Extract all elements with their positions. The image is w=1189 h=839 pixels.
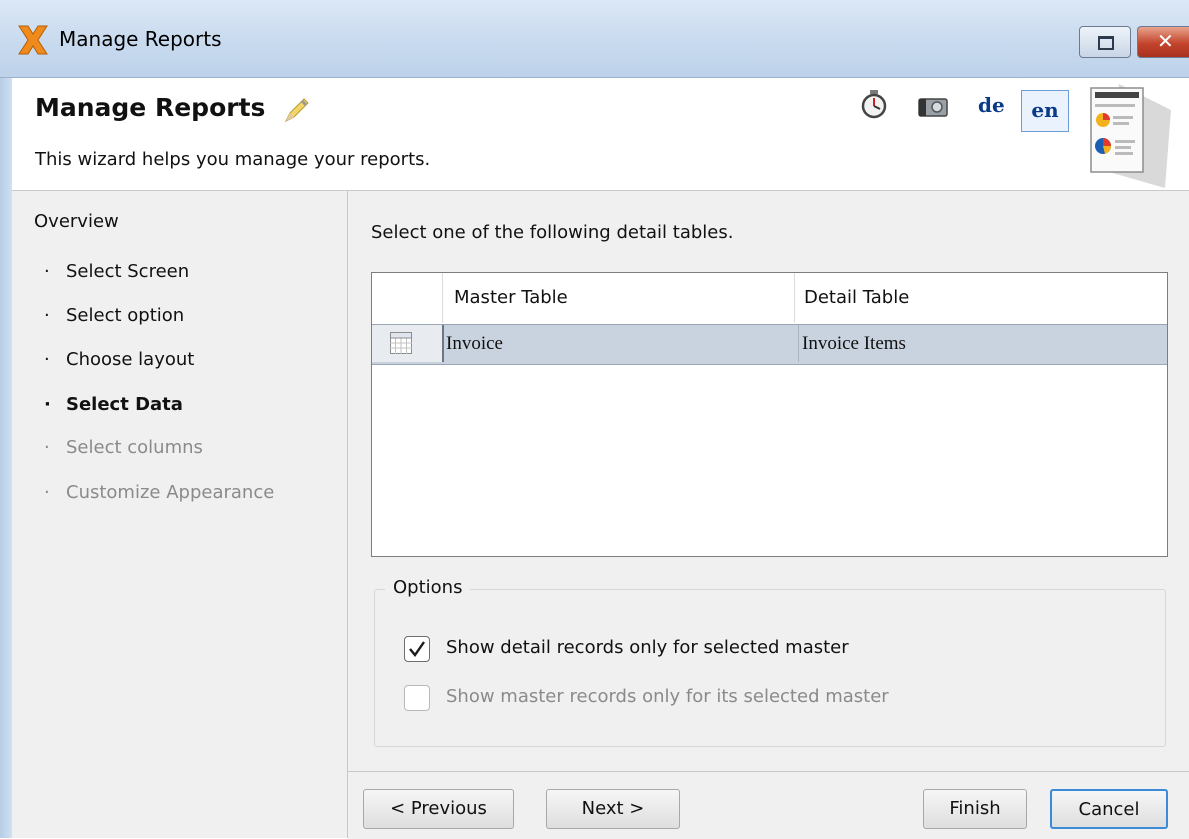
instruction-text: Select one of the following detail table… (371, 222, 734, 243)
cell-detail-table[interactable]: Invoice Items (798, 325, 906, 362)
next-button[interactable]: Next > (546, 789, 680, 829)
step-label: Select option (66, 305, 185, 326)
step-select-option[interactable]: · Select option (44, 305, 184, 326)
window-title: Manage Reports (59, 27, 222, 51)
table-row[interactable]: Invoice Invoice Items (372, 324, 1167, 365)
step-label: Select columns (66, 437, 203, 458)
show-master-checkbox-label: Show master records only for its selecte… (446, 686, 889, 707)
step-bullet: · (44, 305, 50, 326)
step-label: Customize Appearance (66, 482, 275, 503)
checkmark-icon (409, 641, 425, 657)
show-detail-for-selected-master-checkbox[interactable] (404, 636, 430, 662)
step-customize-appearance: · Customize Appearance (44, 482, 274, 503)
step-bullet: · (44, 394, 51, 415)
step-select-columns: · Select columns (44, 437, 203, 458)
column-header-master-table[interactable]: Master Table (443, 273, 795, 323)
language-en-link[interactable]: en (1021, 90, 1069, 132)
column-header-detail-table[interactable]: Detail Table (796, 273, 1166, 323)
cell-master-table[interactable]: Invoice (446, 325, 503, 364)
options-group: Options Show detail records only for sel… (374, 577, 1166, 747)
wizard-steps-sidebar: Overview · Select Screen · Select option ·… (12, 191, 348, 838)
wizard-header: Manage Reports This wizard helps you man… (12, 78, 1189, 191)
options-legend: Options (385, 577, 471, 598)
cancel-button[interactable]: Cancel (1050, 789, 1168, 829)
step-bullet: · (44, 349, 50, 370)
pencil-icon (284, 98, 309, 123)
show-detail-checkbox-label[interactable]: Show detail records only for selected ma… (446, 637, 849, 658)
reports-icon (1090, 84, 1171, 188)
show-master-for-selected-master-checkbox (404, 685, 430, 711)
row-selector[interactable] (372, 325, 444, 362)
previous-button[interactable]: < Previous (363, 789, 514, 829)
step-bullet: · (44, 437, 50, 458)
step-select-screen[interactable]: · Select Screen (44, 261, 189, 282)
step-label: Select Screen (66, 261, 190, 282)
page-title: Manage Reports (35, 93, 266, 122)
title-bar[interactable]: Manage Reports ✕ (0, 0, 1189, 78)
step-bullet: · (44, 482, 50, 503)
close-icon: ✕ (1157, 29, 1174, 53)
app-logo-icon (18, 25, 48, 55)
row-header-column (372, 273, 443, 323)
camera-icon[interactable] (918, 94, 948, 118)
step-bullet: · (44, 261, 50, 282)
wizard-footer: < Previous Next > Finish Cancel (348, 771, 1189, 839)
step-choose-layout[interactable]: · Choose layout (44, 349, 194, 370)
restore-icon (1098, 36, 1114, 50)
restore-button[interactable] (1079, 26, 1131, 58)
finish-button[interactable]: Finish (923, 789, 1027, 829)
detail-tables-grid[interactable]: Master Table Detail Table Invoice Invoic… (371, 272, 1168, 557)
sidebar-heading: Overview (34, 211, 119, 232)
table-grid-icon (390, 332, 412, 354)
language-de-link[interactable]: de (978, 93, 1005, 117)
step-label: Select Data (66, 394, 183, 415)
step-label: Choose layout (66, 349, 195, 370)
wizard-content: Select one of the following detail table… (348, 191, 1189, 771)
header-description: This wizard helps you manage your report… (35, 149, 431, 170)
step-select-data[interactable]: · Select Data (44, 394, 183, 415)
close-button[interactable]: ✕ (1137, 26, 1189, 58)
stopwatch-icon[interactable] (860, 89, 888, 119)
